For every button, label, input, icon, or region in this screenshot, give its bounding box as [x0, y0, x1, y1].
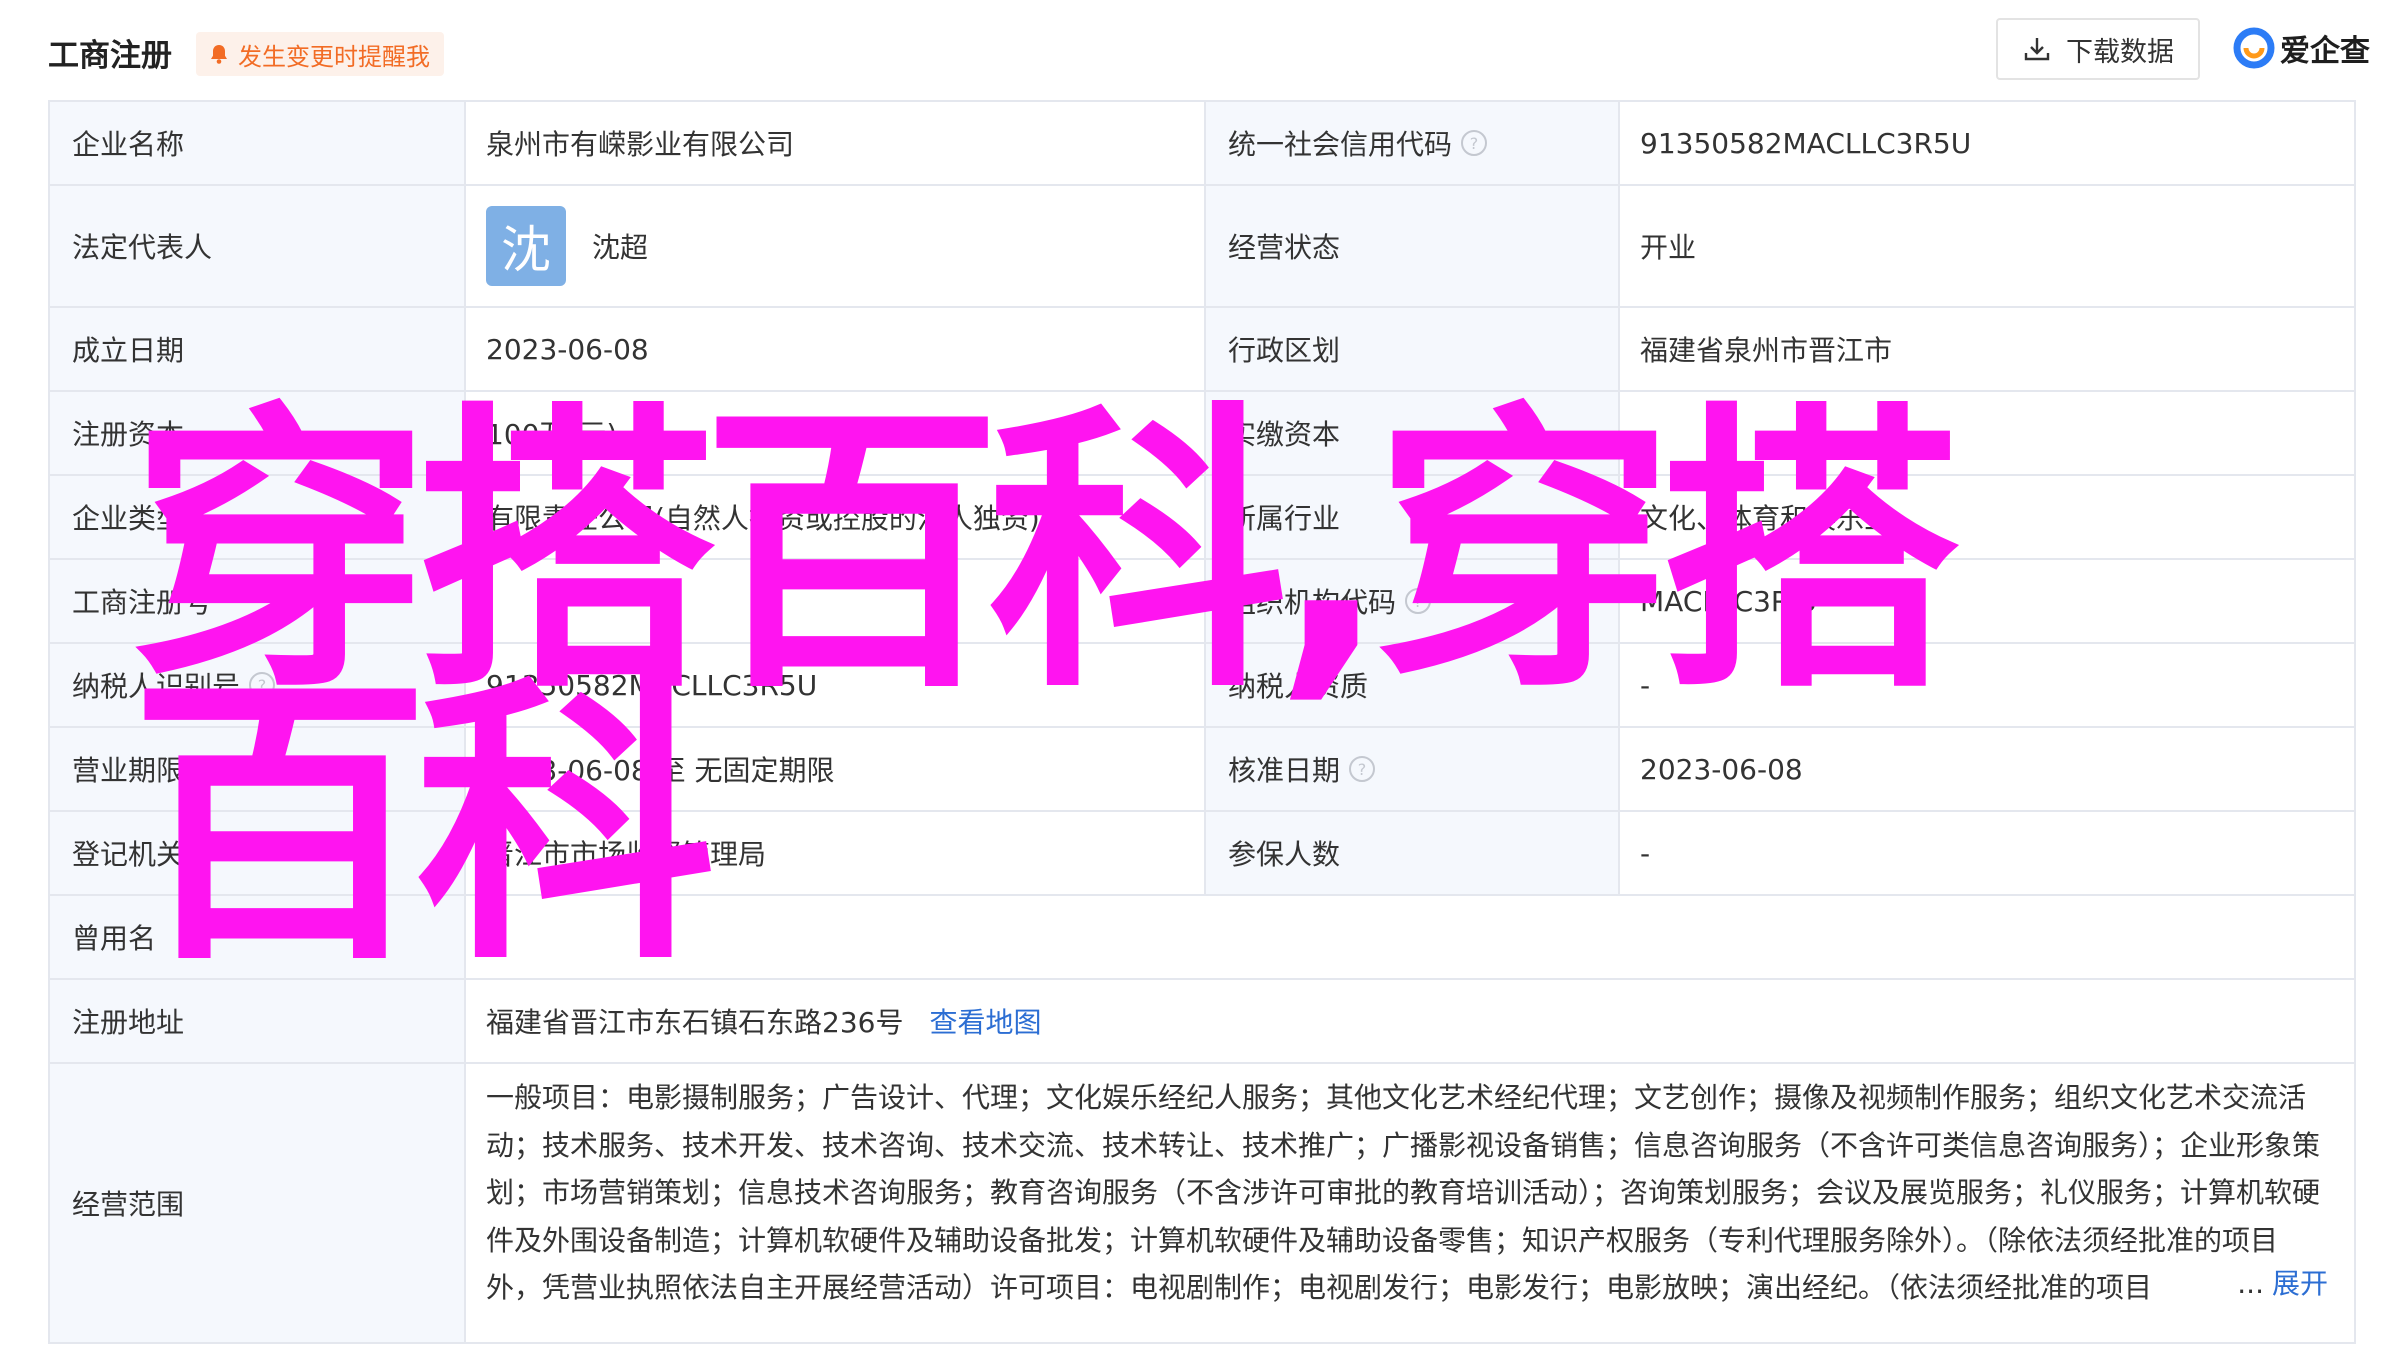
- label-registered-capital: 注册资本: [50, 392, 466, 474]
- label-credit-code-text: 统一社会信用代码: [1228, 128, 1453, 161]
- business-registration-table: 企业名称 泉州市有嵘影业有限公司 统一社会信用代码 ? 91350582MACL…: [48, 100, 2356, 1344]
- svg-text:?: ?: [1470, 134, 1479, 153]
- label-registered-address: 注册地址: [50, 980, 466, 1062]
- label-org-code-text: 组织机构代码: [1228, 586, 1397, 619]
- help-icon[interactable]: ?: [1348, 755, 1376, 783]
- label-approval-date: 核准日期 ?: [1206, 728, 1620, 810]
- label-industry: 所属行业: [1206, 476, 1620, 558]
- table-row: 注册地址 福建省晋江市东石镇石东路236号 查看地图: [50, 980, 2354, 1064]
- svg-text:?: ?: [258, 676, 267, 695]
- label-company-name: 企业名称: [50, 102, 466, 184]
- value-business-scope: 一般项目：电影摄制服务；广告设计、代理；文化娱乐经纪人服务；其他文化艺术经纪代理…: [466, 1064, 2354, 1342]
- value-org-code: MACLLC3R-5: [1620, 560, 2354, 642]
- value-business-term: 2023-06-08 至 无固定期限: [466, 728, 1206, 810]
- label-business-status: 经营状态: [1206, 186, 1620, 306]
- value-company-type: 有限责任公司(自然人投资或控股的法人独资): [466, 476, 1206, 558]
- value-admin-division: 福建省泉州市晋江市: [1620, 308, 2354, 390]
- change-alert-tag[interactable]: 发生变更时提醒我: [196, 32, 444, 76]
- label-approval-date-text: 核准日期: [1228, 754, 1341, 787]
- value-insured-count: -: [1620, 812, 2354, 894]
- label-tax-id: 纳税人识别号 ?: [50, 644, 466, 726]
- business-scope-text: 一般项目：电影摄制服务；广告设计、代理；文化娱乐经纪人服务；其他文化艺术经纪代理…: [466, 1064, 2354, 1322]
- label-founded-date: 成立日期: [50, 308, 466, 390]
- value-paid-capital: -: [1620, 392, 2354, 474]
- expand-link[interactable]: 展开: [2272, 1267, 2328, 1300]
- table-row: 营业期限 2023-06-08 至 无固定期限 核准日期 ? 2023-06-0…: [50, 728, 2354, 812]
- download-icon: [2022, 34, 2052, 64]
- label-org-code: 组织机构代码 ?: [1206, 560, 1620, 642]
- value-business-status: 开业: [1620, 186, 2354, 306]
- avatar[interactable]: 沈: [486, 206, 566, 286]
- label-former-name: 曾用名: [50, 896, 466, 978]
- table-row: 企业类型 有限责任公司(自然人投资或控股的法人独资) 所属行业 文化、体育和娱乐…: [50, 476, 2354, 560]
- label-taxpayer-qualification: 纳税人资质: [1206, 644, 1620, 726]
- value-former-name: -: [466, 896, 2354, 978]
- value-industry: 文化、体育和娱乐业: [1620, 476, 2354, 558]
- expand-control[interactable]: ... 展开: [2225, 1260, 2328, 1308]
- label-business-scope: 经营范围: [50, 1064, 466, 1342]
- help-icon[interactable]: ?: [248, 671, 276, 699]
- change-alert-label: 发生变更时提醒我: [238, 42, 430, 71]
- legal-rep-name[interactable]: 沈超: [592, 226, 648, 266]
- table-row: 注册资本 100万(元) 实缴资本 -: [50, 392, 2354, 476]
- view-map-link[interactable]: 查看地图: [929, 1001, 1041, 1041]
- value-reg-number: [466, 560, 1206, 642]
- help-icon[interactable]: ?: [1460, 129, 1488, 157]
- business-scope-content: 一般项目：电影摄制服务；广告设计、代理；文化娱乐经纪人服务；其他文化艺术经纪代理…: [486, 1081, 2321, 1304]
- value-company-name: 泉州市有嵘影业有限公司: [466, 102, 1206, 184]
- ellipsis: ...: [2237, 1267, 2264, 1300]
- value-credit-code: 91350582MACLLC3R5U: [1620, 102, 2354, 184]
- table-row: 法定代表人 沈 沈超 经营状态 开业: [50, 186, 2354, 308]
- bell-icon: [208, 43, 230, 65]
- label-business-term: 营业期限: [50, 728, 466, 810]
- value-legal-rep[interactable]: 沈 沈超: [466, 186, 1206, 306]
- label-registration-authority: 登记机关: [50, 812, 466, 894]
- value-founded-date: 2023-06-08: [466, 308, 1206, 390]
- table-row: 经营范围 一般项目：电影摄制服务；广告设计、代理；文化娱乐经纪人服务；其他文化艺…: [50, 1064, 2354, 1344]
- label-legal-rep: 法定代表人: [50, 186, 466, 306]
- brand-name: 爱企查: [2280, 34, 2370, 69]
- label-admin-division: 行政区划: [1206, 308, 1620, 390]
- label-paid-capital: 实缴资本: [1206, 392, 1620, 474]
- value-taxpayer-qualification: -: [1620, 644, 2354, 726]
- download-data-label: 下载数据: [2066, 36, 2174, 68]
- table-row: 工商注册号 组织机构代码 ? MACLLC3R-5: [50, 560, 2354, 644]
- label-credit-code: 统一社会信用代码 ?: [1206, 102, 1620, 184]
- table-row: 曾用名 -: [50, 896, 2354, 980]
- value-approval-date: 2023-06-08: [1620, 728, 2354, 810]
- section-title: 工商注册: [48, 38, 172, 74]
- label-insured-count: 参保人数: [1206, 812, 1620, 894]
- label-company-type: 企业类型: [50, 476, 466, 558]
- table-row: 纳税人识别号 ? 91350582MACLLC3R5U 纳税人资质 -: [50, 644, 2354, 728]
- table-row: 企业名称 泉州市有嵘影业有限公司 统一社会信用代码 ? 91350582MACL…: [50, 102, 2354, 186]
- section-header: 工商注册 发生变更时提醒我 下载数据 爱企查: [0, 0, 2388, 100]
- value-tax-id: 91350582MACLLC3R5U: [466, 644, 1206, 726]
- table-row: 登记机关 晋江市市场监督管理局 参保人数 -: [50, 812, 2354, 896]
- help-icon[interactable]: ?: [1404, 587, 1432, 615]
- value-registered-capital: 100万(元): [466, 392, 1206, 474]
- label-tax-id-text: 纳税人识别号: [72, 670, 241, 703]
- brand-logo: 爱企查: [2232, 22, 2370, 74]
- label-reg-number: 工商注册号: [50, 560, 466, 642]
- svg-text:?: ?: [1414, 592, 1423, 611]
- value-registration-authority: 晋江市市场监督管理局: [466, 812, 1206, 894]
- svg-text:?: ?: [1358, 760, 1367, 779]
- value-registered-address: 福建省晋江市东石镇石东路236号 查看地图: [466, 980, 2354, 1062]
- brand-mark-icon: [2232, 26, 2276, 70]
- download-data-button[interactable]: 下载数据: [1996, 18, 2200, 80]
- table-row: 成立日期 2023-06-08 行政区划 福建省泉州市晋江市: [50, 308, 2354, 392]
- registered-address-text: 福建省晋江市东石镇石东路236号: [486, 1006, 904, 1039]
